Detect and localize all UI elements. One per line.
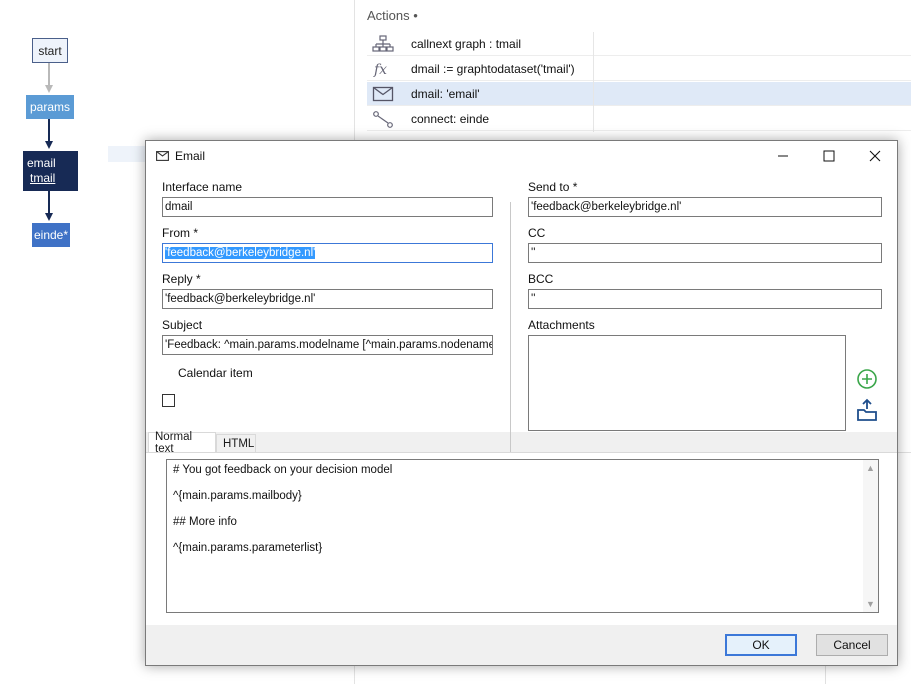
- action-row-connect[interactable]: connect: einde: [367, 107, 911, 131]
- send-to-input[interactable]: 'feedback@berkeleybridge.nl': [528, 197, 882, 217]
- calendar-item-label: Calendar item: [178, 366, 253, 380]
- email-form: Interface name dmail From * 'feedback@be…: [146, 170, 897, 460]
- interface-name-label: Interface name: [162, 180, 243, 194]
- node-link[interactable]: tmail: [27, 171, 55, 186]
- close-button[interactable]: [852, 141, 898, 170]
- graph-node-einde[interactable]: einde*: [32, 223, 70, 247]
- action-row-callnext[interactable]: callnext graph : tmail: [367, 32, 911, 56]
- dialog-titlebar[interactable]: Email: [146, 141, 897, 170]
- graph-node-params[interactable]: params: [26, 95, 74, 119]
- node-type: email: [27, 156, 56, 170]
- graph-edge: [48, 191, 50, 213]
- cc-label: CC: [528, 226, 546, 240]
- cc-input[interactable]: '': [528, 243, 882, 263]
- body-line: # You got feedback on your decision mode…: [173, 464, 393, 476]
- graph-arrow: [45, 213, 53, 221]
- body-editor[interactable]: # You got feedback on your decision mode…: [166, 459, 879, 613]
- hierarchy-icon: [367, 34, 399, 53]
- connector-icon: [367, 110, 399, 128]
- vertical-scrollbar[interactable]: ▲ ▼: [863, 460, 878, 612]
- dialog-title: Email: [175, 149, 206, 163]
- graph-edge: [48, 63, 50, 85]
- minimize-button[interactable]: [760, 141, 806, 170]
- plus-circle-icon: [857, 369, 877, 389]
- bcc-input[interactable]: '': [528, 289, 882, 309]
- bcc-label: BCC: [528, 272, 554, 286]
- selected-text: 'feedback@berkeleybridge.nl': [165, 247, 316, 259]
- body-line: ^{main.params.mailbody}: [173, 490, 302, 502]
- body-line: ## More info: [173, 516, 237, 528]
- cancel-button[interactable]: Cancel: [816, 634, 888, 656]
- attachments-label: Attachments: [528, 318, 595, 332]
- svg-text:fx: fx: [373, 62, 387, 78]
- tab-panel: # You got feedback on your decision mode…: [146, 452, 897, 625]
- graph-arrow: [45, 141, 53, 149]
- subject-input[interactable]: 'Feedback: ^main.params.modelname [^main…: [162, 335, 493, 355]
- calendar-item-checkbox[interactable]: [162, 394, 175, 407]
- action-label: connect: einde: [411, 111, 490, 126]
- email-dialog: Email Interface name dmail From * 'feedb…: [145, 140, 898, 666]
- column-divider[interactable]: [593, 32, 594, 132]
- open-attachment-button[interactable]: [856, 398, 878, 425]
- reply-label: Reply *: [162, 272, 201, 286]
- function-icon: fx: [367, 60, 399, 78]
- interface-name-input[interactable]: dmail: [162, 197, 493, 217]
- action-label: dmail: 'email': [411, 86, 480, 101]
- tab-normal-text[interactable]: Normal text: [148, 431, 216, 455]
- action-label: callnext graph : tmail: [411, 36, 522, 51]
- action-label: dmail := graphtodataset('tmail'): [411, 61, 575, 76]
- graph-node-start[interactable]: start: [32, 38, 68, 63]
- body-line: ^{main.params.parameterlist}: [173, 542, 323, 554]
- ok-button[interactable]: OK: [725, 634, 797, 656]
- graph-node-email[interactable]: email tmail: [23, 151, 78, 191]
- scroll-down-icon[interactable]: ▼: [866, 599, 875, 609]
- column-separator: [510, 202, 511, 460]
- subject-label: Subject: [162, 318, 203, 332]
- send-to-label: Send to *: [528, 180, 578, 194]
- folder-upload-icon: [857, 398, 877, 421]
- scroll-up-icon[interactable]: ▲: [866, 463, 875, 473]
- graph-edge: [48, 119, 50, 141]
- actions-title: Actions •: [367, 8, 418, 23]
- action-row-email[interactable]: dmail: 'email': [367, 82, 911, 106]
- reply-input[interactable]: 'feedback@berkeleybridge.nl': [162, 289, 493, 309]
- from-label: From *: [162, 226, 198, 240]
- node-label: start: [38, 43, 62, 58]
- maximize-button[interactable]: [806, 141, 852, 170]
- close-icon: [869, 150, 881, 161]
- tab-html[interactable]: HTML: [216, 434, 256, 452]
- envelope-icon: [367, 86, 399, 102]
- attachments-list[interactable]: [528, 335, 846, 431]
- from-input[interactable]: 'feedback@berkeleybridge.nl': [162, 243, 493, 263]
- node-label: params: [29, 100, 70, 114]
- action-row-assign[interactable]: fx dmail := graphtodataset('tmail'): [367, 57, 911, 81]
- envelope-icon: [156, 150, 169, 164]
- add-attachment-button[interactable]: [856, 368, 878, 393]
- node-label: einde*: [33, 228, 69, 242]
- graph-arrow: [45, 85, 53, 93]
